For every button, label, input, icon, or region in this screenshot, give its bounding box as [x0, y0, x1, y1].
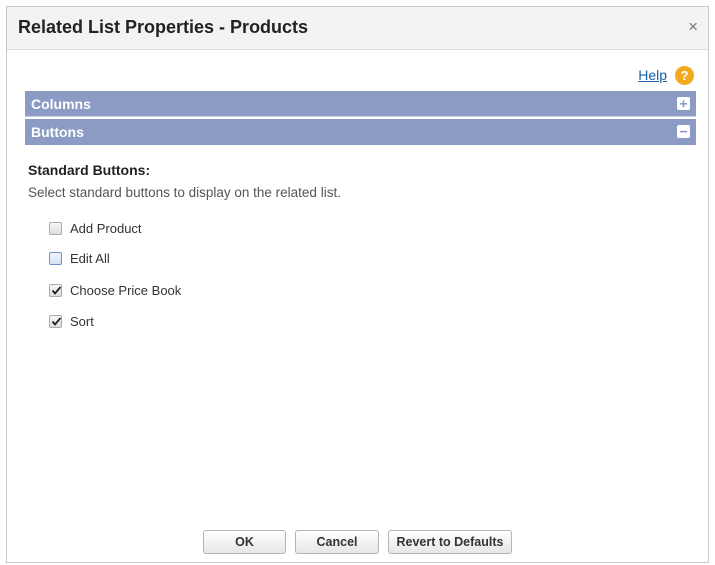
- help-link[interactable]: Help: [638, 67, 667, 83]
- dialog-title: Related List Properties - Products: [18, 17, 309, 37]
- revert-to-defaults-button[interactable]: Revert to Defaults: [388, 530, 512, 554]
- plus-icon[interactable]: [677, 97, 690, 110]
- checkmark-icon: [51, 317, 62, 326]
- minus-icon[interactable]: [677, 125, 690, 138]
- columns-section-header[interactable]: Columns: [25, 91, 696, 117]
- cancel-button[interactable]: Cancel: [295, 530, 379, 554]
- ok-button[interactable]: OK: [203, 530, 286, 554]
- option-add-product[interactable]: Add Product: [49, 221, 142, 236]
- columns-section-label: Columns: [31, 96, 91, 112]
- option-choose-price-book[interactable]: Choose Price Book: [49, 283, 181, 298]
- buttons-section-header[interactable]: Buttons: [25, 119, 696, 145]
- close-icon[interactable]: ×: [688, 18, 698, 36]
- option-edit-all[interactable]: Edit All: [49, 251, 110, 266]
- choose-price-book-label: Choose Price Book: [70, 283, 182, 298]
- help-row: Help ?: [638, 65, 694, 85]
- checkmark-icon: [51, 286, 62, 295]
- add-product-checkbox[interactable]: [49, 222, 62, 235]
- edit-all-label: Edit All: [70, 251, 110, 266]
- sort-checkbox[interactable]: [49, 315, 62, 328]
- standard-buttons-description: Select standard buttons to display on th…: [28, 185, 341, 200]
- edit-all-checkbox[interactable]: [49, 252, 62, 265]
- dialog-footer: OK Cancel Revert to Defaults: [7, 530, 708, 554]
- dialog-titlebar: Related List Properties - Products ×: [7, 7, 708, 50]
- question-icon[interactable]: ?: [675, 65, 694, 85]
- buttons-section-label: Buttons: [31, 124, 84, 140]
- choose-price-book-checkbox[interactable]: [49, 284, 62, 297]
- sort-label: Sort: [70, 314, 94, 329]
- standard-buttons-heading: Standard Buttons:: [28, 162, 151, 178]
- add-product-label: Add Product: [70, 221, 142, 236]
- related-list-properties-dialog: Related List Properties - Products × Hel…: [6, 6, 709, 563]
- option-sort[interactable]: Sort: [49, 314, 94, 329]
